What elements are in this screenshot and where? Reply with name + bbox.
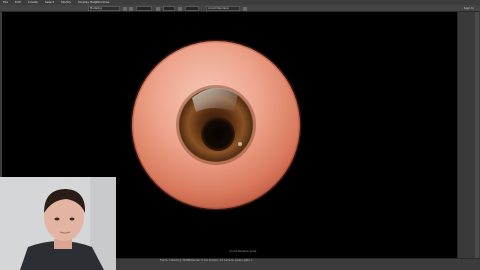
viewport-hud: Arnold Renderer persp — [208, 250, 278, 254]
ipr-icon[interactable] — [243, 6, 247, 11]
hud-camera: persp — [249, 250, 257, 253]
snap-grid-icon[interactable] — [156, 6, 160, 11]
render-icon[interactable] — [178, 6, 182, 11]
status-line-toolbar: Modeling Arnold Renderer Sign In — [0, 5, 480, 12]
folder-icon[interactable] — [123, 6, 127, 11]
render-settings-field[interactable] — [185, 6, 199, 11]
channel-box-panel — [457, 12, 480, 258]
mode-dropdown[interactable]: Modeling — [88, 6, 120, 11]
render-stats: Frame: 1 Memory: 316MB Render: 0.34s Sam… — [160, 259, 253, 262]
webcam-overlay — [0, 177, 116, 270]
renderer-dropdown[interactable]: Arnold Renderer — [206, 6, 240, 11]
panel-scrollbar[interactable] — [475, 12, 479, 258]
snap-field[interactable] — [163, 6, 175, 11]
hud-renderer: Arnold Renderer — [229, 250, 249, 253]
person-icon — [0, 177, 116, 270]
save-icon[interactable] — [129, 6, 133, 11]
undo-field[interactable] — [136, 6, 152, 11]
specular-highlight — [238, 142, 242, 146]
pupil — [201, 117, 235, 151]
sign-in-link[interactable]: Sign In — [464, 6, 474, 10]
